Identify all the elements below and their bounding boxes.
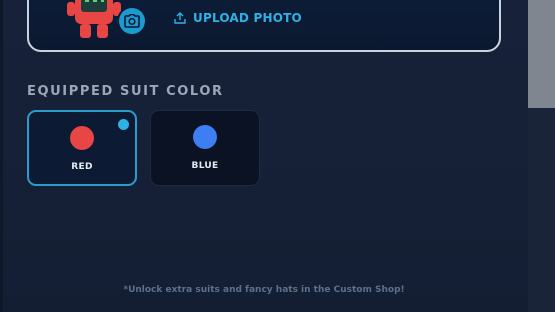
- upload-icon: [174, 12, 186, 24]
- suit-option-label: BLUE: [191, 161, 219, 171]
- camera-icon: [124, 14, 140, 28]
- camera-button[interactable]: [119, 8, 145, 34]
- upload-photo-label: UPLOAD PHOTO: [193, 11, 302, 25]
- color-dot-blue: [193, 125, 217, 149]
- suit-color-heading: EQUIPPED SUIT COLOR: [27, 84, 224, 99]
- suit-option-label: RED: [71, 162, 93, 172]
- suit-option-red[interactable]: RED: [27, 110, 137, 186]
- panel-edge: [0, 0, 3, 312]
- scrollbar-thumb[interactable]: [528, 0, 555, 108]
- robot-avatar-icon: [67, 0, 121, 46]
- custom-shop-footnote: *Unlock extra suits and fancy hats in th…: [123, 285, 405, 295]
- profile-card: UPLOAD PHOTO: [27, 0, 501, 52]
- upload-photo-button[interactable]: UPLOAD PHOTO: [174, 11, 302, 25]
- suit-option-blue[interactable]: BLUE: [150, 110, 260, 186]
- color-dot-red: [70, 126, 94, 150]
- selected-indicator-icon: [118, 119, 129, 130]
